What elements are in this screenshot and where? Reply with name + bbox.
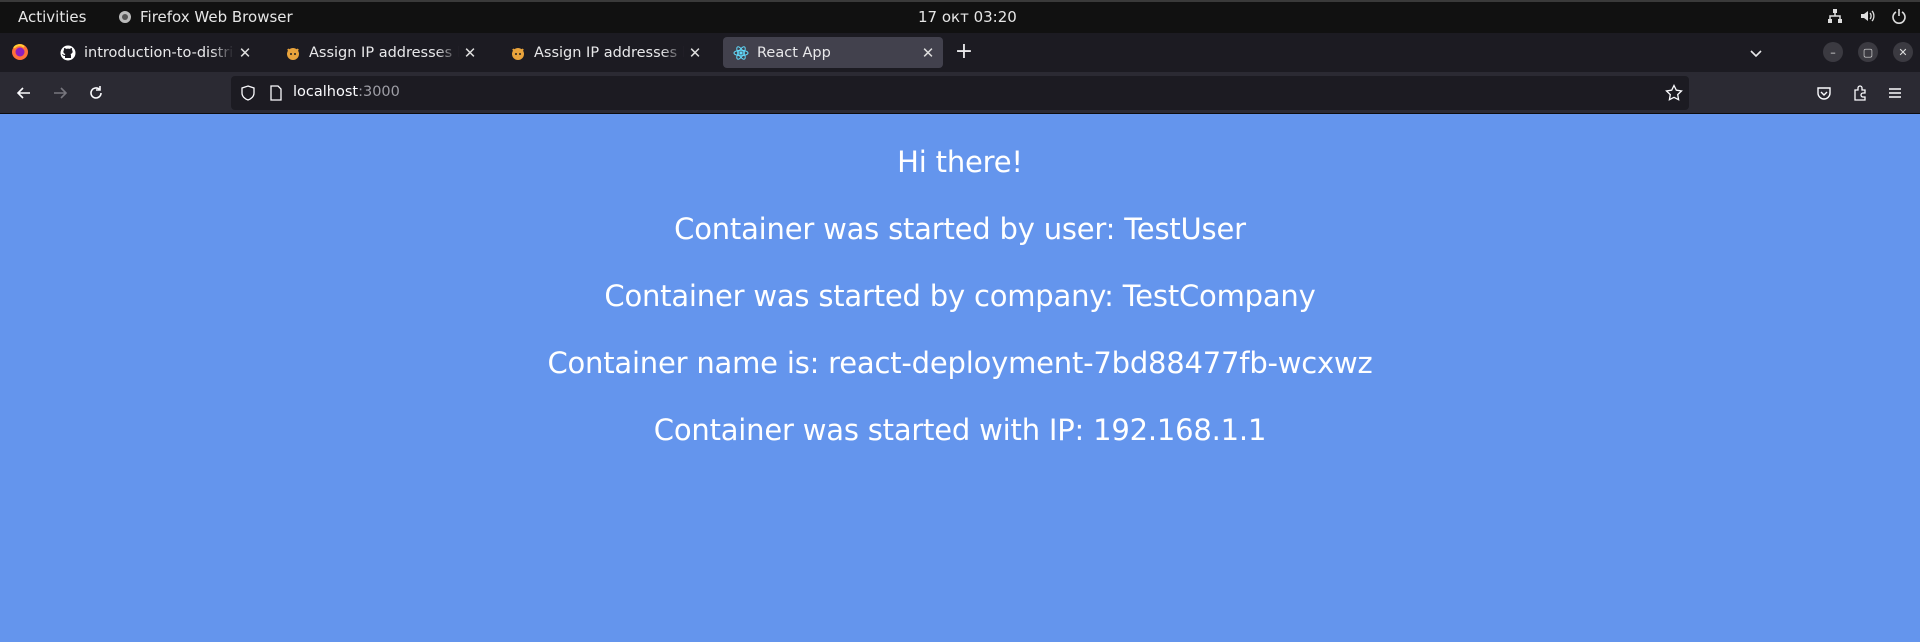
activities-button[interactable]: Activities xyxy=(18,8,86,26)
github-icon xyxy=(60,45,76,61)
system-top-bar: Activities Firefox Web Browser 17 окт 03… xyxy=(0,0,1920,33)
tab-github[interactable]: introduction-to-distributed ✕ xyxy=(50,37,260,68)
tab-strip: introduction-to-distributed ✕ Assign IP … xyxy=(0,33,1920,72)
url-port: :3000 xyxy=(358,84,400,100)
close-window-icon[interactable]: ✕ xyxy=(1893,42,1913,62)
menu-icon[interactable] xyxy=(1885,83,1905,103)
page-info-icon[interactable] xyxy=(268,85,284,101)
user-info-text: Container was started by user: TestUser xyxy=(674,212,1246,246)
network-icon xyxy=(1826,7,1844,25)
navigation-bar: localhost:3000 xyxy=(0,72,1920,114)
new-tab-icon[interactable]: + xyxy=(954,41,974,63)
calico-icon xyxy=(510,45,526,61)
tab-title: introduction-to-distributed xyxy=(84,44,234,61)
pocket-icon[interactable] xyxy=(1814,83,1834,103)
tab-calico-1[interactable]: Assign IP addresses based on ✕ xyxy=(275,37,485,68)
close-tab-icon[interactable]: ✕ xyxy=(684,42,706,64)
extensions-icon[interactable] xyxy=(1850,83,1870,103)
firefox-small-icon xyxy=(119,11,131,23)
back-icon[interactable] xyxy=(14,83,34,103)
list-all-tabs-icon[interactable] xyxy=(1748,45,1764,61)
close-tab-icon[interactable]: ✕ xyxy=(459,42,481,64)
maximize-icon[interactable]: ▢ xyxy=(1858,42,1878,62)
url-host: localhost xyxy=(293,84,359,100)
company-info-text: Container was started by company: TestCo… xyxy=(604,279,1316,313)
tab-title: Assign IP addresses based on xyxy=(309,44,459,61)
calico-icon xyxy=(285,45,301,61)
tracking-protection-shield-icon[interactable] xyxy=(240,85,256,101)
minimize-icon[interactable]: – xyxy=(1823,42,1843,62)
greeting-text: Hi there! xyxy=(897,145,1023,179)
bookmark-star-icon[interactable] xyxy=(1665,84,1683,102)
tab-calico-2[interactable]: Assign IP addresses based on ✕ xyxy=(500,37,710,68)
volume-icon xyxy=(1858,7,1876,25)
firefox-view-icon[interactable] xyxy=(11,43,29,61)
tab-react-app[interactable]: React App ✕ xyxy=(723,37,943,68)
close-tab-icon[interactable]: ✕ xyxy=(917,42,939,64)
forward-icon[interactable] xyxy=(50,83,70,103)
reload-icon[interactable] xyxy=(86,83,106,103)
react-icon xyxy=(733,45,749,61)
power-icon xyxy=(1890,7,1908,25)
container-ip-text: Container was started with IP: 192.168.1… xyxy=(653,413,1267,447)
react-app-page: Hi there! Container was started by user:… xyxy=(0,114,1920,642)
app-menu[interactable]: Firefox Web Browser xyxy=(118,8,293,26)
close-tab-icon[interactable]: ✕ xyxy=(234,42,256,64)
clock[interactable]: 17 окт 03:20 xyxy=(918,8,1017,26)
container-name-text: Container name is: react-deployment-7bd8… xyxy=(547,346,1373,380)
app-menu-label: Firefox Web Browser xyxy=(140,8,293,26)
url-bar[interactable]: localhost:3000 xyxy=(231,76,1689,110)
system-tray[interactable] xyxy=(1826,7,1908,25)
url-text[interactable]: localhost:3000 xyxy=(293,84,400,100)
tab-title: React App xyxy=(757,44,831,61)
tab-title: Assign IP addresses based on xyxy=(534,44,684,61)
